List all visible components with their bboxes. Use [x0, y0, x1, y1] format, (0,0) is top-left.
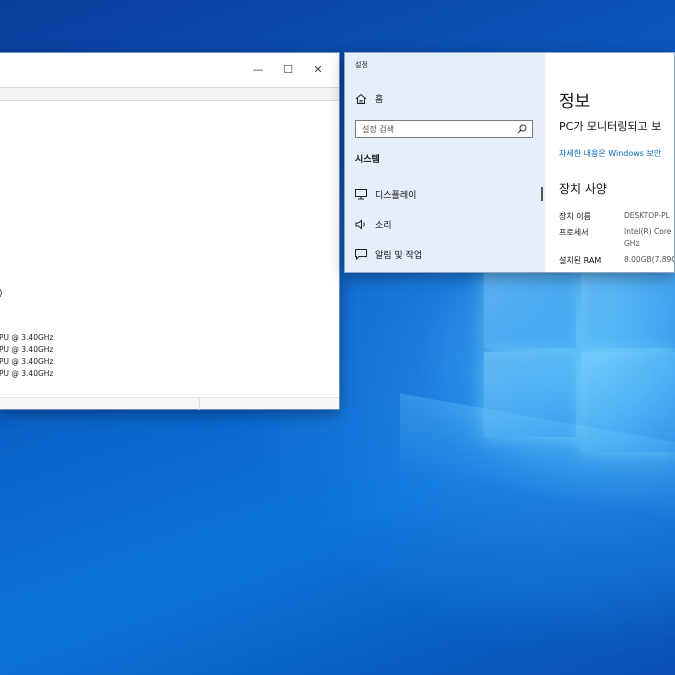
device-specs-heading: 장치 사양 [559, 182, 607, 196]
toolbar-strip [0, 87, 339, 101]
notification-icon [355, 249, 367, 260]
protection-status-text: PC가 모니터링되고 보 [559, 120, 662, 133]
search-icon [517, 124, 527, 134]
nav-item-display[interactable]: 디스플레이 [355, 188, 416, 201]
display-icon [355, 189, 367, 200]
nav-item-sound[interactable]: 소리 [355, 218, 392, 231]
nav-item-label: 소리 [375, 221, 392, 231]
title-bar[interactable]: — ☐ ✕ [0, 53, 339, 85]
spec-value-processor-cont: GHz [624, 239, 640, 248]
app-title: 설정 [355, 61, 368, 69]
nav-scrollbar[interactable] [541, 187, 543, 201]
spec-label-processor: 프로세서 [559, 228, 589, 237]
windows-logo-pane-bottom-right [581, 352, 675, 452]
nav-home-label: 홈 [375, 95, 384, 105]
home-icon [355, 93, 367, 104]
section-label-system: 시스템 [355, 155, 380, 165]
settings-main-pane: 정보 PC가 모니터링되고 보 자세한 내용은 Windows 보안 장치 사양… [545, 53, 675, 272]
search-placeholder: 설정 검색 [362, 124, 394, 134]
windows-logo-pane-top-right [581, 268, 675, 348]
spec-value-processor: Intel(R) Core [624, 227, 672, 236]
nav-home[interactable]: 홈 [355, 92, 383, 105]
minimize-button[interactable]: — [243, 57, 273, 81]
speaker-icon [355, 219, 365, 230]
processor-line: PU @ 3.40GHz [0, 333, 54, 342]
partial-text: ) [0, 289, 3, 299]
spec-label-ram: 설치된 RAM [559, 256, 602, 265]
status-bar [0, 397, 339, 410]
settings-navigation-pane: 설정 홈 설정 검색 시스템 디스플레이 소리 알림 및 작업 [345, 53, 545, 272]
windows-logo-pane-bottom-left [484, 352, 576, 437]
processor-line: PU @ 3.40GHz [0, 357, 54, 366]
spec-value-ram: 8.00GB(7.89G [624, 255, 675, 264]
windows-security-link[interactable]: 자세한 내용은 Windows 보안 [559, 148, 661, 159]
nav-item-label: 알림 및 작업 [375, 251, 423, 261]
left-window: — ☐ ✕ ) PU @ 3.40GHz PU @ 3.40GHz PU @ 3… [0, 52, 340, 410]
settings-window: 설정 홈 설정 검색 시스템 디스플레이 소리 알림 및 작업 정보 PC가 모… [344, 52, 675, 273]
page-title: 정보 [559, 92, 591, 112]
processor-line: PU @ 3.40GHz [0, 369, 54, 378]
spec-value-device-name: DESKTOP-PL [624, 211, 670, 220]
nav-item-label: 디스플레이 [375, 191, 417, 201]
status-divider [199, 398, 200, 410]
close-button[interactable]: ✕ [303, 57, 333, 81]
settings-search-input[interactable]: 설정 검색 [355, 120, 533, 138]
spec-label-device-name: 장치 이름 [559, 212, 591, 221]
windows-logo-pane-top-left [484, 268, 576, 348]
maximize-button[interactable]: ☐ [273, 57, 303, 81]
window-content: ) PU @ 3.40GHz PU @ 3.40GHz PU @ 3.40GHz… [0, 101, 339, 396]
processor-line: PU @ 3.40GHz [0, 345, 54, 354]
nav-item-notifications[interactable]: 알림 및 작업 [355, 248, 422, 261]
